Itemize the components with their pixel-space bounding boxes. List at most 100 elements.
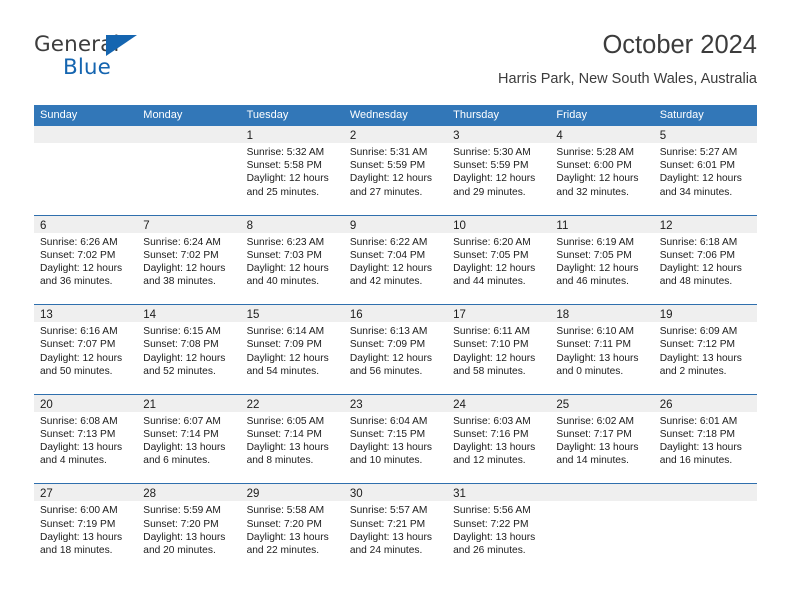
day-cell-30[interactable]: 30 Sunrise: 5:57 AM Sunset: 7:21 PM Dayligh… [343,484,448,574]
day-cell-15[interactable]: 15 Sunrise: 6:14 AM Sunset: 7:09 PM Dayligh… [240,305,344,394]
day-cell-21[interactable]: 21 Sunrise: 6:07 AM Sunset: 7:14 PM Dayligh… [137,394,241,484]
daylight-duration-line2: and 16 minutes. [659,455,733,467]
sunrise-time: Sunrise: 5:59 AM [143,505,221,517]
sunset-time: Sunset: 7:17 PM [556,428,632,440]
day-details: Sunrise: 6:19 AM Sunset: 7:05 PM Daylight:… [550,233,653,289]
day-cell-10[interactable]: 10 Sunrise: 6:20 AM Sunset: 7:05 PM Dayligh… [447,215,551,305]
calendar-table: Sunday Monday Tuesday Wednesday Thursday Frid… [34,105,757,574]
daylight-duration-line1: Daylight: 13 hours [40,442,123,454]
daylight-duration-line2: and 40 minutes. [246,276,320,288]
day-details: Sunrise: 5:58 AM Sunset: 7:20 PM Daylight:… [241,501,344,557]
day-cell-25[interactable]: 25 Sunrise: 6:02 AM Sunset: 7:17 PM Dayligh… [550,394,654,484]
day-cell-27[interactable]: 27 Sunrise: 6:00 AM Sunset: 7:19 PM Dayligh… [34,484,138,574]
day-number-band: 11 [550,215,654,233]
daylight-duration-line1: Daylight: 12 hours [246,263,329,274]
day-number-band: 20 [34,394,138,412]
day-cell-4[interactable]: 4 Sunrise: 5:28 AM Sunset: 6:00 PM Daylight… [550,126,654,215]
day-number-band: 1 [240,126,344,143]
sunrise-time: Sunrise: 5:56 AM [453,505,531,517]
daylight-duration-line2: and 20 minutes. [143,544,216,556]
sunrise-time: Sunrise: 6:13 AM [349,326,428,338]
day-cell-26[interactable]: 26 Sunrise: 6:01 AM Sunset: 7:18 PM Dayligh… [653,394,757,484]
week-row: 13 Sunrise: 6:16 AM Sunset: 7:07 PM Dayligh… [34,305,757,395]
day-number: 21 [143,398,157,411]
sunset-time: Sunset: 7:05 PM [556,249,632,261]
day-cell-28[interactable]: 28 Sunrise: 5:59 AM Sunset: 7:20 PM Dayligh… [137,484,241,574]
daylight-duration-line1: Daylight: 13 hours [556,352,639,364]
day-cell-14[interactable]: 14 Sunrise: 6:15 AM Sunset: 7:08 PM Dayligh… [137,305,241,394]
daylight-duration-line2: and 0 minutes. [556,365,624,377]
sunset-time: Sunset: 5:59 PM [349,160,426,172]
daylight-duration-line2: and 6 minutes. [143,455,211,467]
week-row: 27 Sunrise: 6:00 AM Sunset: 7:19 PM Dayligh… [34,484,757,574]
sunset-time: Sunset: 7:18 PM [659,428,736,440]
day-cell-13[interactable]: 13 Sunrise: 6:16 AM Sunset: 7:07 PM Dayligh… [34,305,138,394]
day-number-band: 8 [240,215,344,233]
day-cell-29[interactable]: 29 Sunrise: 5:58 AM Sunset: 7:20 PM Dayligh… [240,484,344,574]
day-number: 1 [246,130,253,142]
sunrise-time: Sunrise: 6:23 AM [246,236,325,248]
day-number: 30 [349,488,363,501]
sunrise-time: Sunrise: 6:03 AM [453,415,531,427]
day-number-band: 12 [653,215,757,233]
day-cell-7[interactable]: 7 Sunrise: 6:24 AM Sunset: 7:02 PM Daylight… [137,215,241,305]
day-cell-3[interactable]: 3 Sunrise: 5:30 AM Sunset: 5:59 PM Daylight… [447,126,551,215]
day-number: 8 [246,219,253,232]
day-number: 27 [40,488,53,501]
day-number-band: 21 [137,394,241,412]
daylight-duration-line2: and 32 minutes. [556,186,629,198]
daylight-duration-line2: and 10 minutes. [349,455,423,467]
day-cell-31[interactable]: 31 Sunrise: 5:56 AM Sunset: 7:22 PM Dayligh… [447,484,551,574]
sunset-time: Sunset: 7:10 PM [453,339,529,351]
day-cell-6[interactable]: 6 Sunrise: 6:26 AM Sunset: 7:02 PM Daylight… [34,215,138,305]
weekday-header-thursday: Thursday [453,109,499,121]
daylight-duration-line2: and 22 minutes. [246,544,320,556]
daylight-duration-line2: and 18 minutes. [40,544,113,556]
sunset-time: Sunset: 7:20 PM [143,518,219,530]
daylight-duration-line2: and 58 minutes. [453,365,526,377]
day-cell-17[interactable]: 17 Sunrise: 6:11 AM Sunset: 7:10 PM Dayligh… [447,305,551,394]
sunrise-time: Sunrise: 6:18 AM [659,236,738,248]
day-cell-19[interactable]: 19 Sunrise: 6:09 AM Sunset: 7:12 PM Dayligh… [653,305,757,394]
day-details: Sunrise: 5:32 AM Sunset: 5:58 PM Daylight:… [241,143,344,199]
day-number-band: 19 [653,305,757,323]
day-details: Sunrise: 5:56 AM Sunset: 7:22 PM Daylight:… [447,501,550,557]
day-cell-9[interactable]: 9 Sunrise: 6:22 AM Sunset: 7:04 PM Daylight… [343,215,448,305]
day-number-band [550,484,654,502]
day-cell-2[interactable]: 2 Sunrise: 5:31 AM Sunset: 5:59 PM Daylight… [343,126,448,215]
day-cell-22[interactable]: 22 Sunrise: 6:05 AM Sunset: 7:14 PM Dayligh… [240,394,344,484]
sunset-time: Sunset: 7:19 PM [40,518,116,530]
day-cell-23[interactable]: 23 Sunrise: 6:04 AM Sunset: 7:15 PM Dayligh… [343,394,448,484]
day-cell-20[interactable]: 20 Sunrise: 6:08 AM Sunset: 7:13 PM Dayligh… [34,394,138,484]
day-number-band: 16 [343,305,448,323]
daylight-duration-line1: Daylight: 13 hours [659,442,742,454]
daylight-duration-line2: and 54 minutes. [246,365,320,377]
daylight-duration-line1: Daylight: 13 hours [246,531,329,543]
day-details: Sunrise: 6:03 AM Sunset: 7:16 PM Daylight:… [447,412,550,468]
day-number: 26 [659,398,673,411]
day-cell-12[interactable]: 12 Sunrise: 6:18 AM Sunset: 7:06 PM Dayligh… [653,215,757,305]
day-number: 16 [349,309,363,322]
day-number: 17 [453,309,466,322]
day-number: 22 [246,398,260,411]
daylight-duration-line1: Daylight: 12 hours [659,173,742,185]
sunset-time: Sunset: 5:59 PM [453,160,529,172]
day-cell-18[interactable]: 18 Sunrise: 6:10 AM Sunset: 7:11 PM Dayligh… [550,305,654,394]
daylight-duration-line2: and 8 minutes. [246,455,314,467]
day-cell-5[interactable]: 5 Sunrise: 5:27 AM Sunset: 6:01 PM Daylight… [653,126,757,215]
sunrise-time: Sunrise: 6:24 AM [143,236,221,248]
day-cell-24[interactable]: 24 Sunrise: 6:03 AM Sunset: 7:16 PM Dayligh… [447,394,551,484]
sunrise-time: Sunrise: 6:11 AM [453,326,530,338]
daylight-duration-line1: Daylight: 12 hours [453,352,536,364]
day-cell-8[interactable]: 8 Sunrise: 6:23 AM Sunset: 7:03 PM Daylight… [240,215,344,305]
day-number: 5 [659,130,667,142]
day-number: 13 [40,309,53,322]
day-cell-16[interactable]: 16 Sunrise: 6:13 AM Sunset: 7:09 PM Dayligh… [343,305,448,394]
day-details: Sunrise: 6:08 AM Sunset: 7:13 PM Daylight:… [34,412,137,468]
daylight-duration-line1: Daylight: 13 hours [659,352,742,364]
daylight-duration-line2: and 24 minutes. [349,544,423,556]
day-number: 11 [556,219,569,232]
day-cell-11[interactable]: 11 Sunrise: 6:19 AM Sunset: 7:05 PM Dayligh… [550,215,654,305]
day-cell-1[interactable]: 1 Sunrise: 5:32 AM Sunset: 5:58 PM Daylight… [240,126,344,215]
day-cell-empty [550,484,654,574]
